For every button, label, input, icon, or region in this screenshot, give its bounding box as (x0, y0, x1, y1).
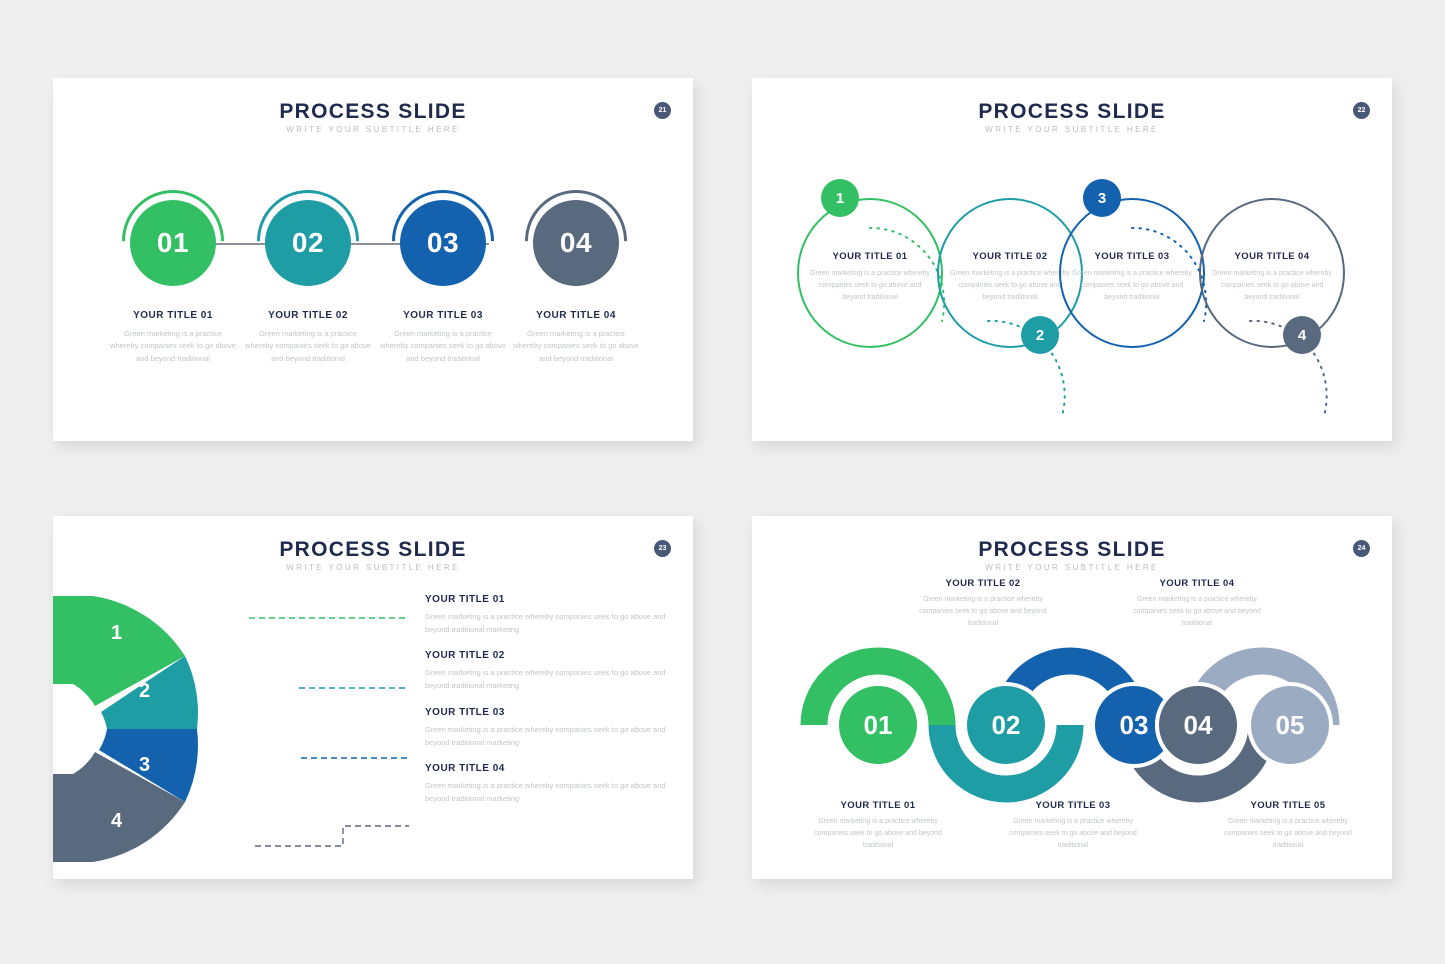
step-caption-04[interactable]: YOUR TITLE 04 Green marketing is a pract… (1121, 578, 1273, 630)
step-body-04: Green marketing is a practice whereby co… (1212, 270, 1332, 301)
step-caption-01[interactable]: YOUR TITLE 01 Green marketing is a pract… (802, 800, 954, 852)
step-body-03: Green marketing is a practice whereby co… (380, 329, 506, 363)
step-body-01: Green marketing is a practice whereby co… (425, 612, 666, 635)
step-title-04: YOUR TITLE 04 (425, 762, 505, 774)
steps-row: 1 YOUR TITLE 01 Green marketing is a pra… (752, 173, 1392, 423)
step-caption-05[interactable]: YOUR TITLE 05 Green marketing is a pract… (1212, 800, 1364, 852)
step-title-01: YOUR TITLE 01 (425, 594, 505, 605)
step-title-03: YOUR TITLE 03 (1035, 800, 1111, 811)
leader-svg (249, 617, 409, 847)
steps-row: 01 YOUR TITLE 01 Green marketing is a pr… (53, 168, 693, 438)
page-title: PROCESS SLIDE (279, 100, 467, 123)
step-body-03: Green marketing is a practice whereby co… (1009, 818, 1137, 849)
step-title-03: YOUR TITLE 03 (425, 706, 505, 718)
step-circle-03: 03 (370, 168, 516, 314)
step-body-02: Green marketing is a practice whereby co… (950, 270, 1070, 301)
donut-svg (53, 596, 198, 862)
step-number-04: 4 (1283, 316, 1321, 354)
step-number-02: 02 (265, 200, 351, 286)
donut-number-2: 2 (139, 680, 151, 702)
step-number-05[interactable]: 05 (1247, 682, 1333, 768)
step-body-01: Green marketing is a practice whereby co… (110, 329, 236, 363)
step-circle-04: 04 (503, 168, 649, 314)
step-number-01: 01 (130, 200, 216, 286)
step-title-02: YOUR TITLE 02 (945, 578, 1021, 589)
step-title-01: YOUR TITLE 01 (133, 310, 213, 321)
steps-list: YOUR TITLE 01 Green marketing is a pract… (425, 594, 671, 819)
step-title-01: YOUR TITLE 01 (832, 251, 908, 262)
step-item-04[interactable]: 04 YOUR TITLE 04 Green marketing is a pr… (503, 168, 649, 363)
step-circle-02: 02 (235, 168, 381, 314)
step-title-01: YOUR TITLE 01 (840, 800, 916, 811)
slide-board: PROCESS SLIDE WRITE YOUR SUBTITLE HERE 2… (0, 0, 1445, 964)
page-title: PROCESS SLIDE (279, 538, 467, 561)
step-number-01[interactable]: 01 (835, 682, 921, 768)
slide-process-donut[interactable]: PROCESS SLIDE WRITE YOUR SUBTITLE HERE 2… (53, 516, 693, 879)
page-subtitle: WRITE YOUR SUBTITLE HERE (286, 563, 460, 572)
leader-lines (249, 594, 431, 864)
step-number-02[interactable]: 02 (963, 682, 1049, 768)
leader-line-4 (255, 825, 409, 847)
step-body-04: Green marketing is a practice whereby co… (425, 780, 666, 803)
page-title: PROCESS SLIDE (978, 538, 1166, 561)
step-number-01: 1 (821, 179, 859, 217)
donut-number-3: 3 (139, 754, 151, 776)
step-body-03: Green marketing is a practice whereby co… (1072, 270, 1192, 301)
step-item-01[interactable]: 01 YOUR TITLE 01 Green marketing is a pr… (100, 168, 246, 363)
page-number-badge: 21 (654, 102, 671, 119)
page-number-badge: 22 (1353, 102, 1370, 119)
donut-number-1: 1 (111, 622, 123, 644)
step-circle-01: 01 (100, 168, 246, 314)
page-number-badge: 24 (1353, 540, 1370, 557)
donut-number-4: 4 (111, 810, 123, 832)
slide-process-linked-circles[interactable]: PROCESS SLIDE WRITE YOUR SUBTITLE HERE 2… (53, 78, 693, 441)
step-title-05: YOUR TITLE 05 (1250, 800, 1326, 811)
page-number-badge: 23 (654, 540, 671, 557)
step-title-04: YOUR TITLE 04 (1159, 578, 1235, 589)
donut-chart: 1 2 3 4 (53, 594, 249, 864)
step-body-02: Green marketing is a practice whereby co… (919, 596, 1047, 627)
step-title-03: YOUR TITLE 03 (1094, 251, 1170, 262)
page-subtitle: WRITE YOUR SUBTITLE HERE (985, 125, 1159, 134)
list-item-02[interactable]: YOUR TITLE 02 Green marketing is a pract… (425, 650, 671, 692)
step-body-01: Green marketing is a practice whereby co… (810, 270, 930, 301)
step-number-04: 04 (533, 200, 619, 286)
list-item-03[interactable]: YOUR TITLE 03 Green marketing is a pract… (425, 707, 671, 749)
step-body-01: Green marketing is a practice whereby co… (814, 818, 942, 849)
step-title-03: YOUR TITLE 03 (403, 310, 483, 321)
step-body-02: Green marketing is a practice whereby co… (425, 668, 666, 691)
page-subtitle: WRITE YOUR SUBTITLE HERE (286, 125, 460, 134)
step-item-03[interactable]: 03 YOUR TITLE 03 Green marketing is a pr… (370, 168, 516, 363)
step-title-04: YOUR TITLE 04 (536, 310, 616, 321)
step-number-02: 2 (1021, 316, 1059, 354)
page-subtitle: WRITE YOUR SUBTITLE HERE (985, 563, 1159, 572)
step-number-04[interactable]: 04 (1155, 682, 1241, 768)
step-body-04: Green marketing is a practice whereby co… (513, 329, 639, 363)
steps-chain: 01 02 03 04 05 YOUR TITLE 02 Green marke… (752, 578, 1392, 872)
step-body-02: Green marketing is a practice whereby co… (245, 329, 371, 363)
list-item-04[interactable]: YOUR TITLE 04 Green marketing is a pract… (425, 763, 671, 805)
slide-process-outline-circles[interactable]: PROCESS SLIDE WRITE YOUR SUBTITLE HERE 2… (752, 78, 1392, 441)
step-body-03: Green marketing is a practice whereby co… (425, 724, 666, 747)
step-title-02: YOUR TITLE 02 (268, 310, 348, 321)
step-title-02: YOUR TITLE 02 (425, 650, 505, 662)
step-body-04: Green marketing is a practice whereby co… (1133, 596, 1261, 627)
step-title-04: YOUR TITLE 04 (1234, 251, 1310, 262)
list-item-01[interactable]: YOUR TITLE 01 Green marketing is a pract… (425, 594, 671, 636)
step-number-03: 03 (400, 200, 486, 286)
page-title: PROCESS SLIDE (978, 100, 1166, 123)
step-body-05: Green marketing is a practice whereby co… (1224, 818, 1352, 849)
step-number-03: 3 (1083, 179, 1121, 217)
step-caption-03[interactable]: YOUR TITLE 03 Green marketing is a pract… (997, 800, 1149, 852)
step-caption-02[interactable]: YOUR TITLE 02 Green marketing is a pract… (907, 578, 1059, 630)
step-item-02[interactable]: 02 YOUR TITLE 02 Green marketing is a pr… (235, 168, 381, 363)
slide-process-serpentine[interactable]: PROCESS SLIDE WRITE YOUR SUBTITLE HERE 2… (752, 516, 1392, 879)
